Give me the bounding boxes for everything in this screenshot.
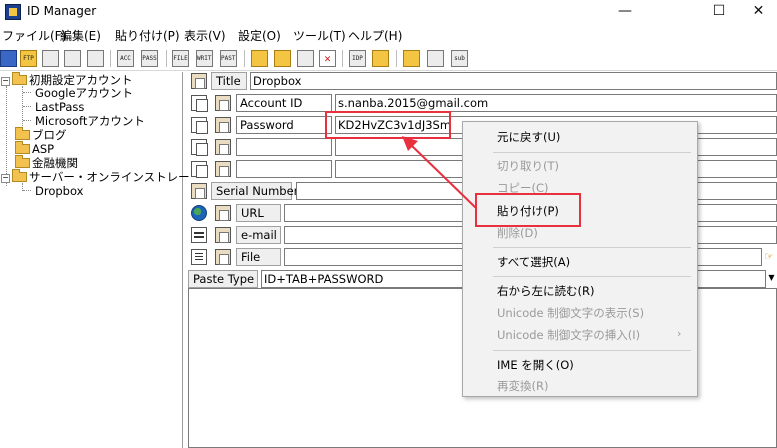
- annotation-arrow: [402, 136, 477, 209]
